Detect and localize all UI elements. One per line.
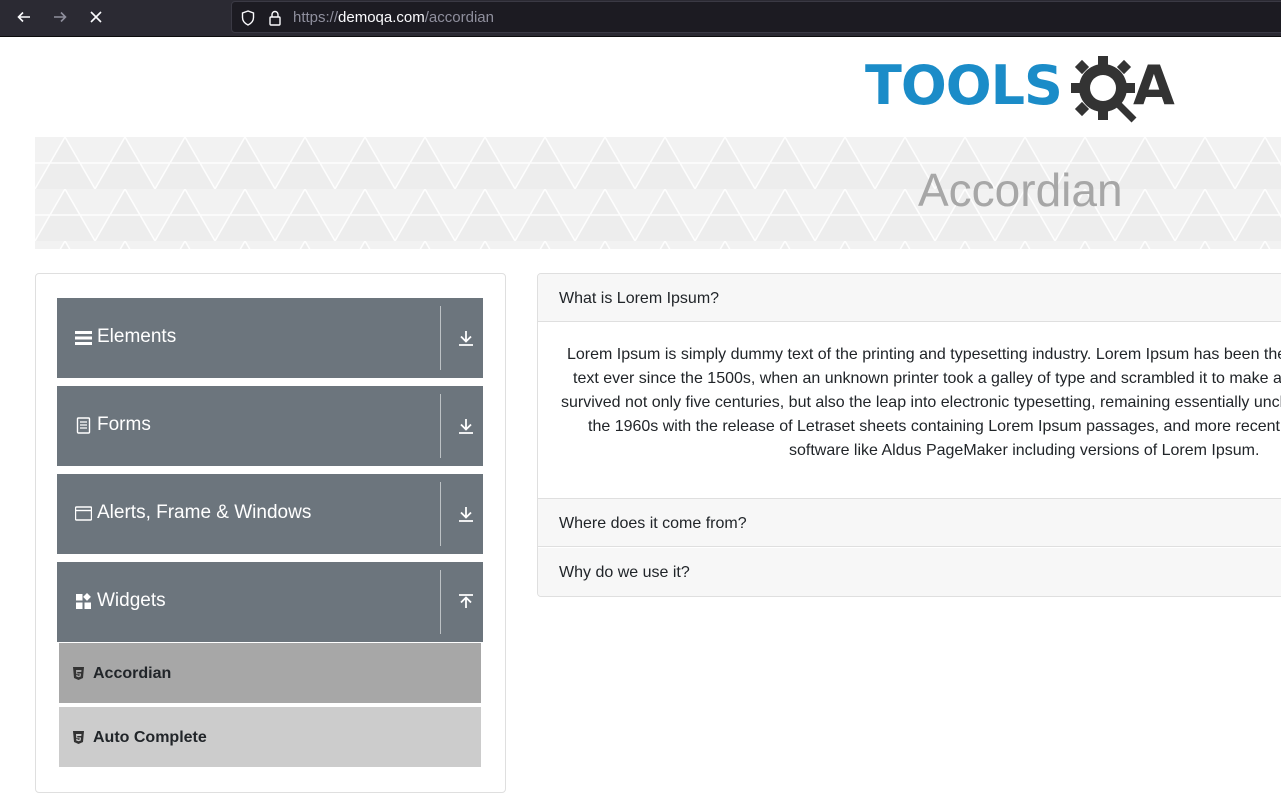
sidebar-group-label: Alerts, Frame & Windows bbox=[97, 502, 312, 523]
accordion-header-label: What is Lorem Ipsum? bbox=[559, 290, 720, 307]
body-text-line: software like Aldus PageMaker including … bbox=[789, 442, 1260, 459]
sidebar-item-label: Accordian bbox=[93, 665, 172, 682]
logo-text-tools: TOOLS bbox=[865, 54, 1062, 117]
accordion-header-label: Where does it come from? bbox=[559, 515, 747, 532]
download-arrow-icon bbox=[459, 331, 473, 346]
address-bar[interactable]: https://demoqa.com/accordian bbox=[231, 1, 1281, 33]
sidebar-group-label: Elements bbox=[97, 326, 177, 347]
sidebar-group-widgets[interactable]: Widgets bbox=[57, 562, 483, 642]
sidebar-group-alerts-frame-windows[interactable]: Alerts, Frame & Windows bbox=[57, 474, 483, 554]
gear-icon bbox=[1071, 56, 1137, 123]
divider bbox=[440, 306, 441, 370]
accordion: What is Lorem Ipsum? Lorem Ipsum is simp… bbox=[537, 273, 1281, 597]
toolsqa-logo-graphic: TOOLS A bbox=[865, 54, 1175, 123]
back-arrow-icon bbox=[17, 11, 30, 23]
body-text-line: the 1960s with the release of Letraset s… bbox=[588, 418, 1281, 435]
forward-arrow-icon bbox=[54, 11, 67, 23]
divider bbox=[440, 482, 441, 546]
page-title: Accordian bbox=[918, 164, 1123, 216]
url-path: /accordian bbox=[424, 9, 494, 26]
url-protocol: https:// bbox=[293, 9, 339, 26]
download-arrow-icon bbox=[459, 419, 473, 434]
accordion-header-label: Why do we use it? bbox=[559, 564, 690, 581]
sidebar-item-auto-complete[interactable]: Auto Complete bbox=[58, 706, 482, 768]
sidebar-group-forms[interactable]: Forms bbox=[57, 386, 483, 466]
accordion-body: Lorem Ipsum is simply dummy text of the … bbox=[538, 322, 1281, 499]
sidebar-group-elements[interactable]: Elements bbox=[57, 298, 483, 378]
lock-icon[interactable] bbox=[266, 9, 284, 27]
sidebar-group-label: Widgets bbox=[97, 590, 166, 611]
window-icon bbox=[75, 506, 92, 521]
body-text-line: text ever since the 1500s, when an unkno… bbox=[573, 370, 1281, 387]
sidebar-item-accordian[interactable]: Accordian bbox=[58, 642, 482, 704]
forward-button[interactable] bbox=[46, 4, 74, 30]
body-text-line: Lorem Ipsum is simply dummy text of the … bbox=[567, 346, 1281, 363]
browser-toolbar: https://demoqa.com/accordian bbox=[0, 0, 1281, 37]
logo-text-a: A bbox=[1133, 54, 1175, 117]
html5-icon bbox=[73, 667, 84, 680]
sidebar: Elements Forms Alerts, Frame & Windows W… bbox=[35, 273, 506, 793]
page-banner: Accordian bbox=[35, 137, 1281, 249]
sidebar-item-label: Auto Complete bbox=[93, 729, 207, 746]
download-arrow-icon bbox=[459, 507, 473, 522]
shield-icon[interactable] bbox=[239, 9, 257, 27]
hamburger-icon bbox=[75, 331, 92, 345]
url-host: demoqa.com bbox=[338, 9, 425, 26]
toolsqa-logo[interactable]: TOOLS A bbox=[865, 52, 1187, 128]
upload-arrow-icon bbox=[459, 594, 473, 608]
sidebar-group-label: Forms bbox=[97, 414, 151, 435]
accordion-header-where-does-it-come-from[interactable]: Where does it come from? bbox=[538, 499, 1281, 547]
document-icon bbox=[76, 417, 91, 434]
back-button[interactable] bbox=[10, 4, 38, 30]
html5-icon bbox=[73, 731, 84, 744]
url-text[interactable]: https://demoqa.com/accordian bbox=[293, 9, 494, 26]
close-icon bbox=[90, 11, 102, 23]
widgets-icon bbox=[76, 593, 91, 609]
divider bbox=[440, 570, 441, 634]
divider bbox=[440, 394, 441, 458]
body-text-line: survived not only five centuries, but al… bbox=[561, 394, 1281, 411]
accordion-header-what-is-lorem-ipsum[interactable]: What is Lorem Ipsum? bbox=[538, 274, 1281, 322]
stop-loading-button[interactable] bbox=[82, 4, 110, 30]
accordion-header-why-do-we-use-it[interactable]: Why do we use it? bbox=[538, 548, 1281, 596]
